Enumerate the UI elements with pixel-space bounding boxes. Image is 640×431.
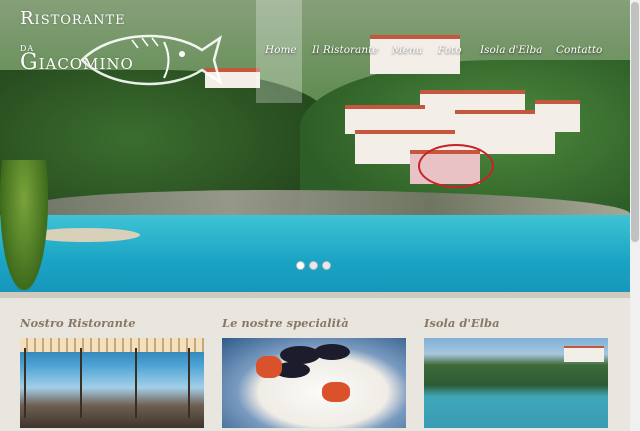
section-title: Isola d'Elba — [424, 316, 500, 330]
octopus — [322, 382, 350, 402]
nav-menu[interactable]: Menu — [392, 44, 423, 56]
seafood-plate-image[interactable] — [222, 338, 406, 428]
mussel — [314, 344, 350, 360]
hero-building — [535, 100, 580, 132]
hero-sea — [0, 215, 630, 292]
scrollbar-thumb[interactable] — [631, 2, 639, 242]
tomato — [256, 356, 282, 378]
terrace-roof — [20, 338, 204, 352]
nav-foto[interactable]: Foto — [438, 44, 462, 56]
page-scrollbar[interactable] — [630, 0, 640, 431]
slider-dot-3[interactable] — [322, 261, 331, 270]
terrace-post — [188, 348, 190, 418]
logo-text-giacomino: Giacomino — [20, 50, 134, 75]
nav-isola-elba[interactable]: Isola d'Elba — [480, 44, 542, 56]
nav-home[interactable]: Home — [265, 44, 297, 56]
section-isola-elba: Isola d'Elba — [424, 316, 608, 428]
restaurant-highlight-circle — [418, 144, 494, 188]
terrace-post — [24, 348, 26, 418]
logo-text-ristorante: Ristorante — [20, 8, 126, 29]
content-divider — [0, 292, 630, 298]
nav-il-ristorante[interactable]: Il Ristorante — [312, 44, 379, 56]
nav-contatto[interactable]: Contatto — [556, 44, 602, 56]
terrace-post — [80, 348, 82, 418]
restaurant-terrace-image[interactable] — [20, 338, 204, 428]
slider-dot-2[interactable] — [309, 261, 318, 270]
foreground-plant — [0, 160, 48, 290]
section-specialita: Le nostre specialità — [222, 316, 406, 428]
main-nav: Home Il Ristorante Menu Foto Isola d'Elb… — [256, 0, 630, 103]
elba-coast-image[interactable] — [424, 338, 608, 428]
hero-slider: Ristorante da Giacomino Home Il Ristoran… — [0, 0, 630, 292]
section-title: Le nostre specialità — [222, 316, 349, 330]
section-nostro-ristorante: Nostro Ristorante — [20, 316, 204, 428]
site-logo[interactable]: Ristorante da Giacomino — [18, 6, 222, 86]
slider-dot-1[interactable] — [296, 261, 305, 270]
coast-house — [564, 346, 604, 362]
section-title: Nostro Ristorante — [20, 316, 136, 330]
terrace-post — [135, 348, 137, 418]
